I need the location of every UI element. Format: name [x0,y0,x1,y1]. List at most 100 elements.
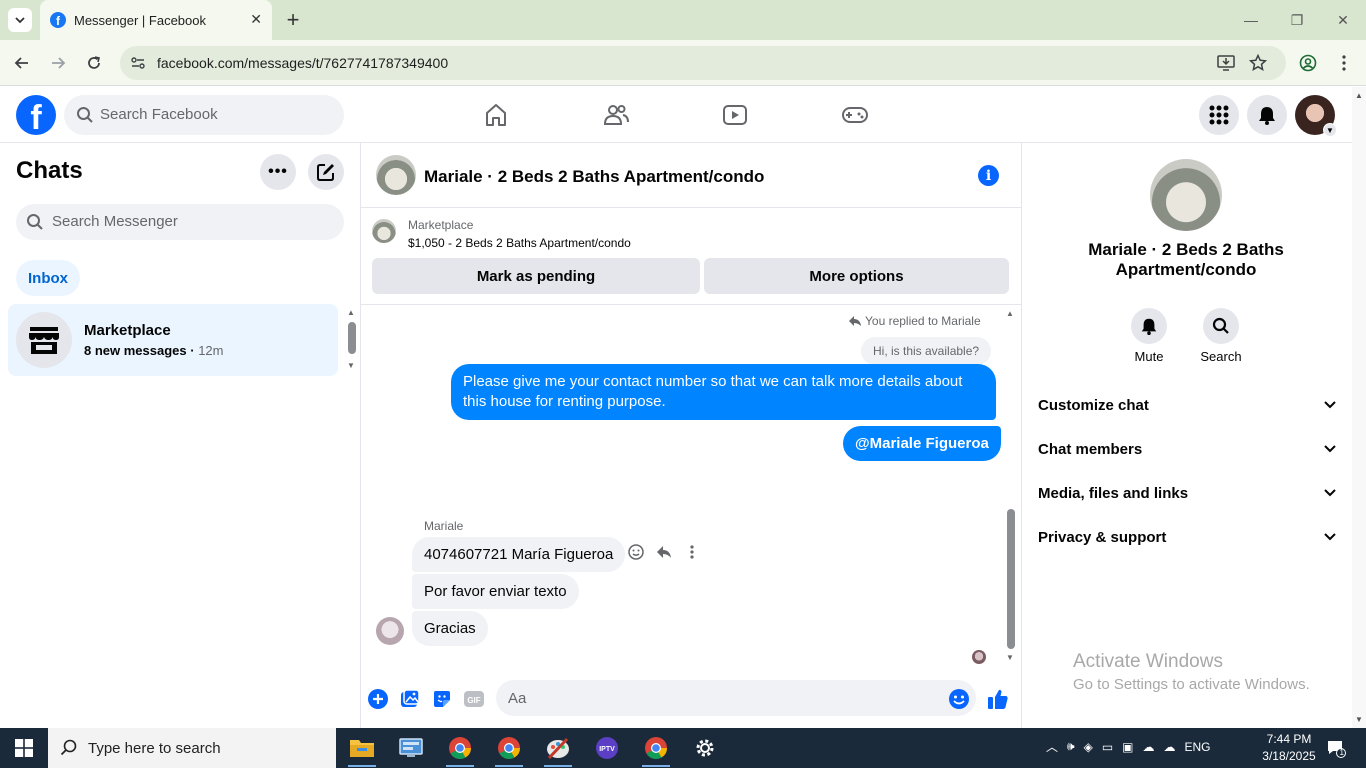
language-indicator[interactable]: ENG [1185,740,1211,754]
network-icon[interactable]: ▣ [1122,740,1133,754]
iptv-app-icon[interactable]: IPTV [587,733,627,763]
new-message-button[interactable] [308,154,344,190]
emoji-icon[interactable] [948,688,970,710]
listing-title[interactable]: $1,050 - 2 Beds 2 Baths Apartment/condo [408,236,631,250]
video-icon[interactable] [718,98,752,132]
outgoing-message[interactable]: Please give me your contact number so th… [451,364,996,420]
taskbar-clock[interactable]: 7:44 PM 3/18/2025 [1254,731,1324,765]
conversation-title[interactable]: Mariale · 2 Beds 2 Baths Apartment/condo [424,167,764,187]
site-info-icon[interactable] [130,55,146,71]
incoming-message[interactable]: 4074607721 María Figueroa [412,537,626,572]
browser-menu-icon[interactable] [1333,53,1355,73]
mute-button[interactable] [1131,308,1167,344]
thumbs-up-icon[interactable] [987,688,1009,710]
friends-icon[interactable] [599,98,633,132]
battery-icon[interactable]: ▭ [1102,740,1113,754]
more-actions-icon[interactable] [367,688,389,710]
control-panel-icon[interactable] [391,733,431,763]
customize-chat-section[interactable]: Customize chat [1038,393,1336,417]
listing-image[interactable] [1150,159,1222,231]
chrome-beta-icon[interactable] [636,733,676,767]
scroll-down-arrow-icon[interactable]: ▼ [1355,715,1363,724]
file-explorer-icon[interactable] [342,733,382,767]
minimize-button[interactable]: — [1236,10,1266,30]
scroll-up-arrow-icon[interactable]: ▲ [1006,309,1014,318]
chevron-down-icon [1324,445,1336,453]
tab-search-button[interactable] [8,8,32,32]
paint-app-icon[interactable] [538,733,578,767]
forward-button[interactable] [46,52,70,74]
chevron-down-icon [15,17,25,24]
gif-icon[interactable]: GIF [463,688,485,710]
new-tab-button[interactable]: + [282,7,304,32]
notifications-button[interactable] [1247,95,1287,135]
messenger-search-input[interactable]: Search Messenger [16,204,344,240]
cloud-offline-icon[interactable]: ☁ [1143,740,1155,754]
chevron-down-icon [1324,533,1336,541]
chat-list-item[interactable]: Marketplace 8 new messages · 12m [8,304,338,376]
notification-count: 1 [1339,748,1344,757]
svg-text:IPTV: IPTV [599,746,615,753]
reply-indicator-text: You replied to Mariale [865,314,981,328]
chrome-icon[interactable] [440,733,480,767]
browser-tab[interactable]: f Messenger | Facebook ✕ [40,0,272,40]
sidebar-scrollbar[interactable] [348,322,356,354]
home-icon[interactable] [479,98,513,132]
chats-options-button[interactable]: ••• [260,154,296,190]
listing-avatar[interactable] [376,155,416,195]
reply-icon[interactable] [656,544,672,560]
chrome-profile-icon[interactable] [489,733,529,767]
chevron-up-icon[interactable]: ︿ [1046,738,1058,755]
clock-time: 7:44 PM [1266,732,1312,746]
chat-members-section[interactable]: Chat members [1038,437,1336,461]
sender-avatar[interactable] [376,617,404,645]
profile-avatar[interactable]: ▼ [1295,95,1337,137]
scroll-up-arrow-icon[interactable]: ▲ [1355,91,1363,100]
url-text: facebook.com/messages/t/7627741787349400 [157,55,449,71]
message-input[interactable]: Aa [496,680,976,716]
scroll-down-arrow-icon[interactable]: ▼ [347,361,355,370]
reload-button[interactable] [82,52,106,74]
close-tab-icon[interactable]: ✕ [250,11,262,28]
inbox-filter-tab[interactable]: Inbox [16,260,80,296]
mark-as-pending-button[interactable]: Mark as pending [372,258,700,294]
close-window-button[interactable]: ✕ [1328,10,1358,30]
facebook-logo-icon[interactable]: f [16,95,56,135]
outgoing-message[interactable]: @Mariale Figueroa [843,426,1001,461]
onedrive-icon[interactable]: ☁ [1164,740,1176,754]
menu-grid-button[interactable] [1199,95,1239,135]
scroll-down-arrow-icon[interactable]: ▼ [1006,653,1014,662]
profile-icon[interactable] [1297,53,1319,73]
conversation-scrollbar[interactable] [1007,509,1015,649]
more-options-button[interactable]: More options [704,258,1009,294]
react-emoji-icon[interactable] [628,544,644,560]
attach-photo-icon[interactable] [399,688,421,710]
taskbar-search-input[interactable]: Type here to search [48,728,336,768]
facebook-search-input[interactable]: Search Facebook [64,95,344,135]
media-files-links-section[interactable]: Media, files and links [1038,481,1336,505]
gaming-icon[interactable] [838,98,872,132]
listing-thumbnail[interactable] [372,219,396,243]
bookmark-star-icon[interactable] [1247,53,1269,73]
compose-icon [317,164,334,181]
quoted-message[interactable]: Hi, is this available? [861,337,992,365]
volume-icon[interactable]: 🕪 [1067,739,1075,754]
settings-gear-icon[interactable] [685,733,725,763]
marketplace-avatar [16,312,72,368]
conversation-info-icon[interactable]: i [978,165,999,186]
action-center-button[interactable]: 1 [1324,736,1348,760]
search-in-conversation-button[interactable] [1203,308,1239,344]
install-app-icon[interactable] [1215,53,1237,73]
restore-button[interactable]: ❐ [1282,10,1312,30]
more-vertical-icon[interactable] [684,544,700,560]
sticker-icon[interactable] [431,688,453,710]
back-button[interactable] [10,52,34,74]
incoming-message[interactable]: Por favor enviar texto [412,574,579,609]
address-bar[interactable]: facebook.com/messages/t/7627741787349400 [120,46,1286,80]
page-scrollbar[interactable]: ▲ ▼ [1352,87,1366,728]
start-button[interactable] [0,728,48,768]
wifi-icon[interactable]: ◈ [1084,740,1093,754]
privacy-support-section[interactable]: Privacy & support [1038,525,1336,549]
incoming-message[interactable]: Gracias [412,611,488,646]
scroll-up-arrow-icon[interactable]: ▲ [347,308,355,317]
